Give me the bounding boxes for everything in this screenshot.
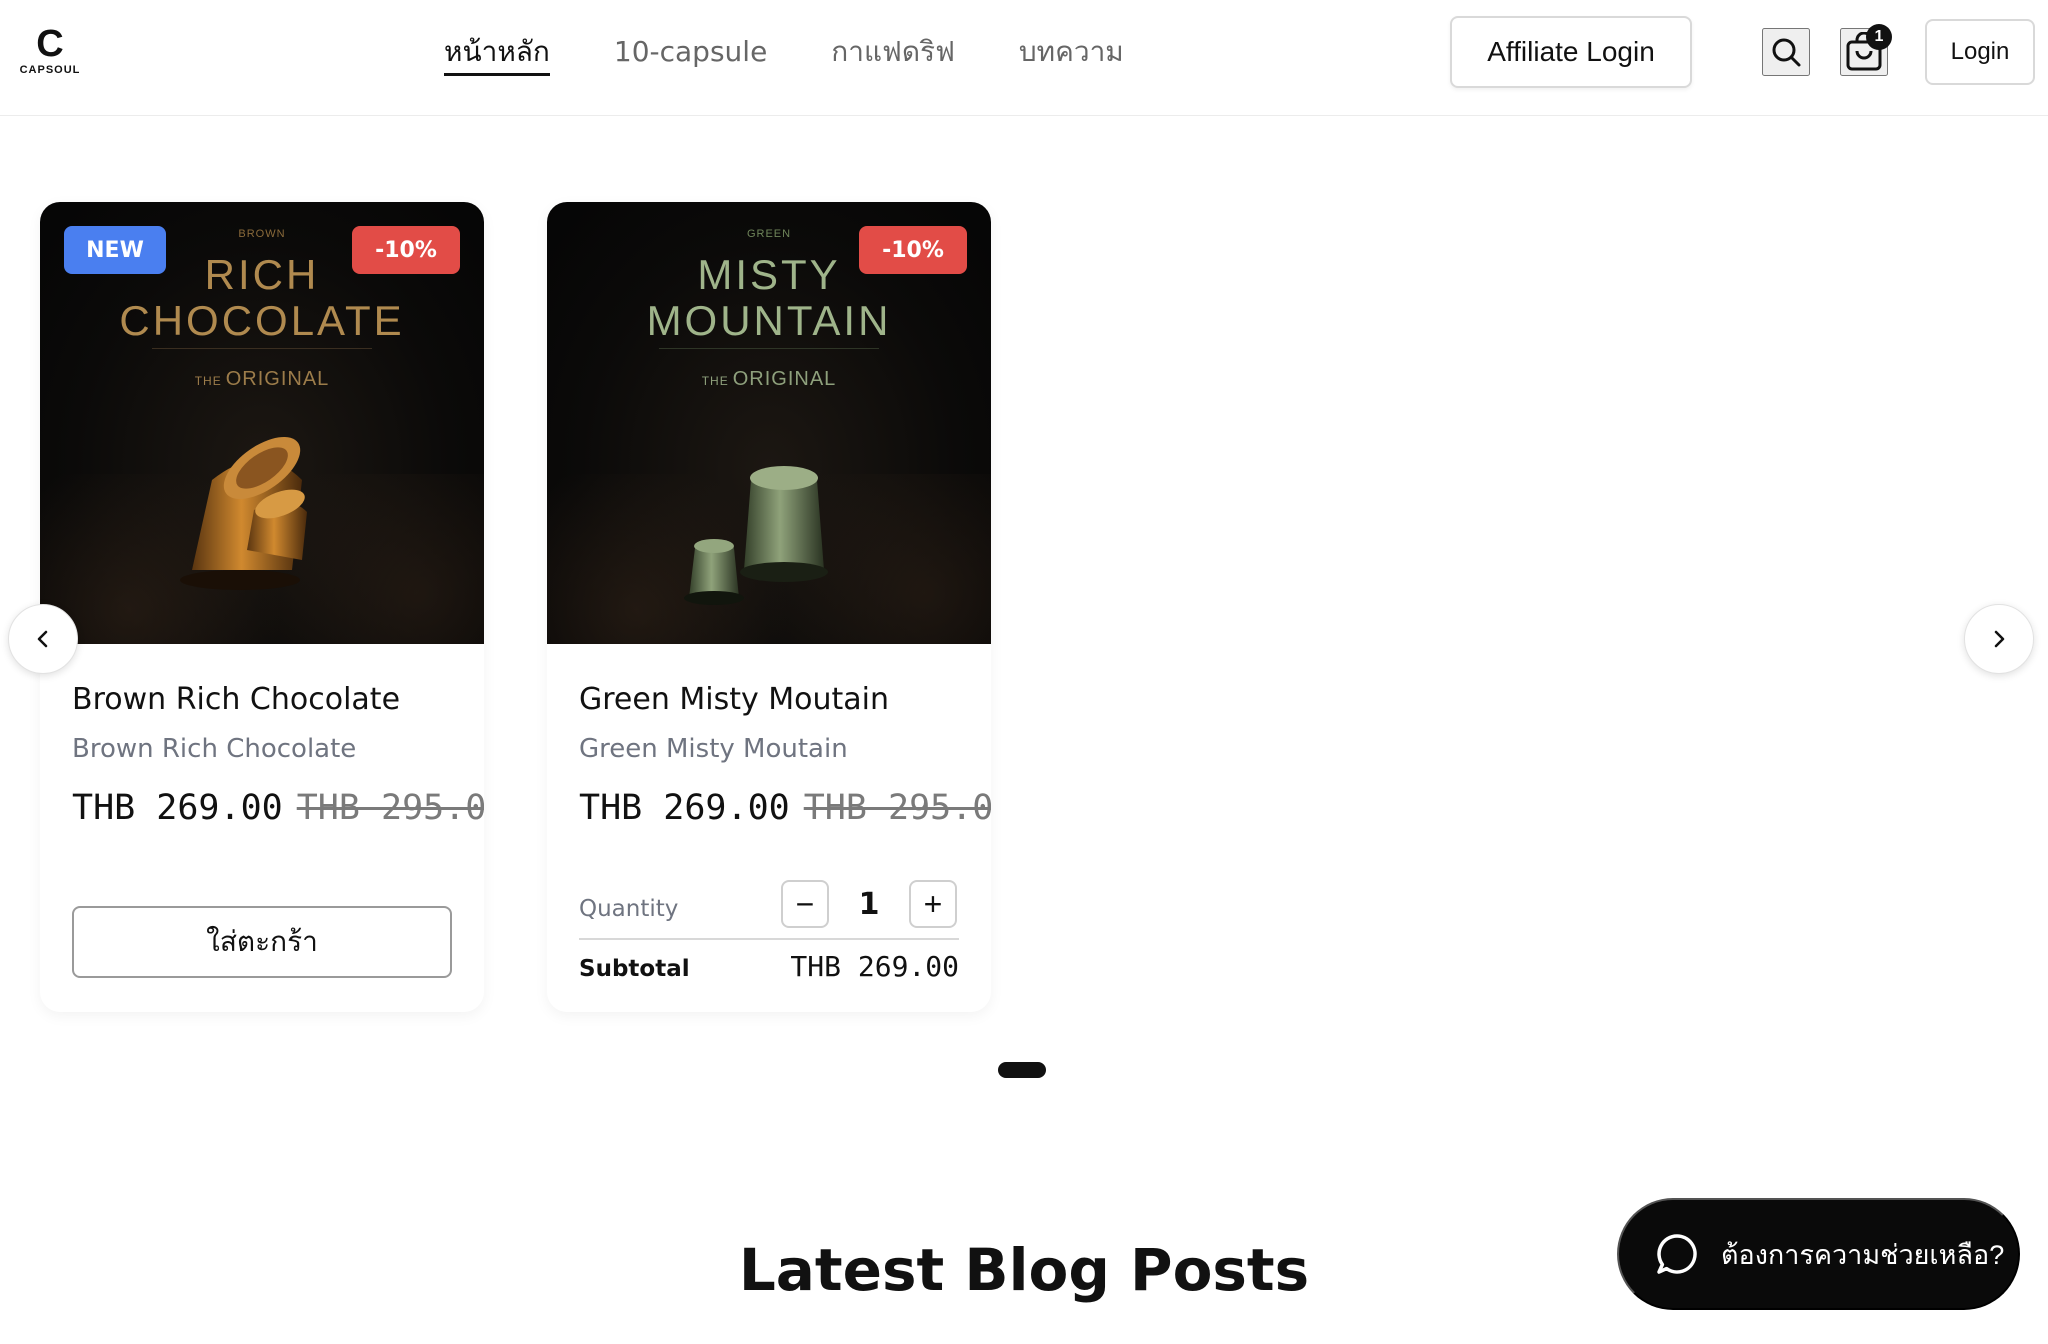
subtotal-label: Subtotal [579, 956, 690, 982]
product-subtitle: Brown Rich Chocolate [72, 734, 357, 764]
decrease-quantity-button[interactable]: − [781, 880, 829, 928]
package-subtitle-text: ORIGINAL [732, 368, 837, 390]
nav-item-articles[interactable]: บทความ [1019, 32, 1124, 76]
subtotal-value: THB 269.00 [790, 950, 959, 983]
product-name[interactable]: Brown Rich Chocolate [72, 682, 400, 717]
coffee-capsule-image [684, 466, 828, 605]
help-chat-button[interactable]: ต้องการความช่วยเหลือ? [1617, 1198, 2020, 1310]
package-subtitle-text: ORIGINAL [225, 368, 330, 390]
nav-item-10-capsule[interactable]: 10-capsule [614, 32, 767, 76]
discount-badge: -10% [859, 226, 967, 274]
product-price: THB 269.00 [579, 788, 790, 828]
main-nav: หน้าหลัก 10-capsule กาแฟดริฟ บทความ [444, 32, 1124, 76]
chevron-left-icon [37, 630, 48, 648]
chevron-right-icon [1994, 630, 2005, 648]
logo-text: CAPSOUL [19, 64, 81, 76]
cart-button[interactable]: 1 [1840, 24, 1892, 76]
cart-count-badge: 1 [1866, 24, 1892, 50]
product-card[interactable]: NEW -10% BROWN RICH CHOCOLATE THE ORIGINA… [40, 202, 484, 1012]
carousel-dot-active[interactable] [998, 1062, 1046, 1078]
product-image: -10% GREEN MISTY MOUNTAIN THE ORIGINAL [547, 202, 991, 644]
product-image: NEW -10% BROWN RICH CHOCOLATE THE ORIGINA… [40, 202, 484, 644]
original-price: THB 295.00 [296, 788, 484, 828]
product-card[interactable]: -10% GREEN MISTY MOUNTAIN THE ORIGINAL G… [547, 202, 991, 1012]
carousel-prev-button[interactable] [8, 604, 78, 674]
carousel-pagination [998, 1062, 1046, 1078]
quantity-value: 1 [858, 886, 880, 922]
discount-badge: -10% [352, 226, 460, 274]
original-price: THB 295.00 [803, 788, 991, 828]
package-subtitle-small: THE [194, 374, 222, 388]
add-to-cart-button[interactable]: ใส่ตะกร้า [72, 906, 452, 978]
search-button[interactable] [1762, 28, 1810, 76]
quantity-divider [579, 938, 959, 940]
price-row: THB 269.00 THB 295.00 [72, 788, 484, 828]
logo-mark: C [36, 23, 64, 65]
help-chat-label: ต้องการความช่วยเหลือ? [1721, 1239, 2005, 1270]
price-row: THB 269.00 THB 295.00 [579, 788, 991, 828]
package-title-line: CHOCOLATE [119, 297, 405, 344]
nav-item-home[interactable]: หน้าหลัก [444, 32, 550, 76]
search-icon [1772, 38, 1801, 67]
package-subtitle-small: THE [701, 374, 729, 388]
chat-bubble-icon [1649, 1226, 1705, 1282]
site-header: C CAPSOUL หน้าหลัก 10-capsule กาแฟดริฟ บ… [0, 0, 2048, 116]
coffee-capsule-image [180, 436, 307, 590]
package-divider [152, 348, 372, 349]
logo[interactable]: C CAPSOUL [18, 23, 82, 76]
nav-item-drip-coffee[interactable]: กาแฟดริฟ [831, 32, 955, 76]
package-subtitle: THE ORIGINAL [547, 368, 991, 391]
login-button[interactable]: Login [1925, 19, 2035, 85]
quantity-stepper: − 1 + [781, 880, 957, 928]
carousel-next-button[interactable] [1964, 604, 2034, 674]
product-price: THB 269.00 [72, 788, 283, 828]
package-subtitle: THE ORIGINAL [40, 368, 484, 391]
new-badge: NEW [64, 226, 166, 274]
package-title-line: MOUNTAIN [646, 297, 892, 344]
product-subtitle: Green Misty Moutain [579, 734, 848, 764]
package-divider [659, 348, 879, 349]
quantity-label: Quantity [579, 896, 679, 922]
product-name[interactable]: Green Misty Moutain [579, 682, 889, 717]
affiliate-login-button[interactable]: Affiliate Login [1450, 16, 1692, 88]
increase-quantity-button[interactable]: + [909, 880, 957, 928]
